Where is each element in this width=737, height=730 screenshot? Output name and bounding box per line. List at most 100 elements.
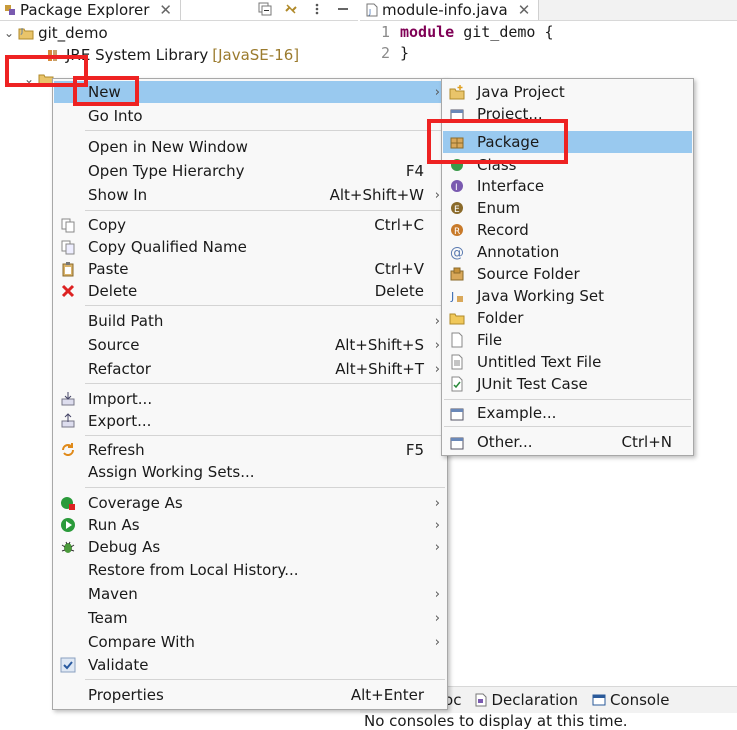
enum-icon: E — [451, 202, 463, 215]
menu-item-package[interactable]: Package — [443, 131, 692, 153]
menu-item-open-type-hierarchy[interactable]: Open Type Hierarchy F4 — [54, 160, 446, 182]
minimize-icon[interactable] — [336, 2, 350, 16]
chevron-right-icon: › — [434, 610, 440, 626]
java-project-icon — [449, 85, 465, 100]
junit-icon — [451, 376, 463, 392]
tab-console[interactable]: Console — [592, 691, 670, 709]
editor-tabbar: J module-info.java ✕ — [360, 0, 737, 21]
menu-item-run-as[interactable]: Run As › — [54, 514, 446, 536]
menu-item-open-new-window[interactable]: Open in New Window — [54, 136, 446, 158]
tab-declaration[interactable]: Declaration — [475, 691, 578, 709]
text-file-icon — [451, 354, 463, 370]
menu-separator — [85, 130, 445, 131]
tree-item-project[interactable]: ⌄ J git_demo — [4, 22, 108, 44]
editor-tab-label: module-info.java — [382, 1, 508, 19]
chevron-right-icon: › — [434, 517, 440, 533]
keyword: module — [400, 23, 455, 41]
menu-item-import[interactable]: Import... — [54, 388, 446, 410]
debug-icon — [61, 541, 75, 553]
menu-item-interface[interactable]: I Interface — [443, 175, 692, 197]
menu-item-file[interactable]: File — [443, 329, 692, 351]
menu-item-copy[interactable]: Copy Ctrl+C — [54, 214, 446, 236]
new-submenu: Java Project Project... Package Class I … — [441, 78, 694, 456]
refresh-icon — [62, 443, 74, 456]
context-menu: New › Go Into Open in New Window Open Ty… — [52, 78, 448, 710]
svg-text:J: J — [20, 27, 23, 35]
menu-item-java-project[interactable]: Java Project — [443, 81, 692, 103]
menu-item-properties[interactable]: Properties Alt+Enter — [54, 684, 446, 706]
menu-item-untitled-text-file[interactable]: Untitled Text File — [443, 351, 692, 373]
menu-item-class[interactable]: Class — [443, 154, 692, 176]
menu-item-new[interactable]: New › — [54, 81, 446, 103]
tab-module-info[interactable]: J module-info.java ✕ — [360, 0, 540, 20]
menu-item-go-into[interactable]: Go Into — [54, 105, 446, 127]
project-name: git_demo — [38, 24, 108, 42]
menu-item-team[interactable]: Team › — [54, 607, 446, 629]
menu-separator — [85, 435, 445, 436]
link-with-editor-icon[interactable] — [284, 2, 298, 16]
code-line: 1 module git_demo { — [360, 21, 554, 43]
close-icon[interactable]: ✕ — [518, 1, 531, 19]
menu-item-compare-with[interactable]: Compare With › — [54, 631, 446, 653]
declaration-icon — [475, 693, 487, 707]
menu-item-source[interactable]: Source Alt+Shift+S › — [54, 334, 446, 356]
menu-separator — [85, 305, 445, 306]
menu-item-copy-qualified-name[interactable]: Copy Qualified Name — [54, 236, 446, 258]
menu-item-java-working-set[interactable]: J Java Working Set — [443, 285, 692, 307]
check-icon — [60, 657, 76, 673]
menu-item-junit-test-case[interactable]: JUnit Test Case — [443, 373, 692, 395]
console-message: No consoles to display at this time. — [364, 712, 628, 730]
package-icon — [450, 137, 464, 149]
menu-item-annotation[interactable]: @ Annotation — [443, 241, 692, 263]
chevron-down-icon[interactable]: ⌄ — [24, 72, 34, 86]
collapse-all-icon[interactable] — [258, 2, 272, 16]
package-explorer-icon — [5, 5, 15, 15]
menu-item-delete[interactable]: Delete Delete — [54, 280, 446, 302]
menu-item-other[interactable]: Other... Ctrl+N — [443, 431, 692, 453]
menu-item-export[interactable]: Export... — [54, 410, 446, 432]
package-explorer-tabbar: Package Explorer ✕ — [0, 0, 358, 21]
working-set-icon: J — [450, 290, 463, 303]
menu-item-record[interactable]: R Record — [443, 219, 692, 241]
folder-icon — [449, 313, 465, 325]
menu-separator — [444, 426, 691, 427]
menu-item-folder[interactable]: Folder — [443, 307, 692, 329]
view-menu-icon[interactable] — [310, 2, 324, 16]
tab-package-explorer[interactable]: Package Explorer ✕ — [0, 0, 181, 20]
jre-library-label: JRE System Library — [66, 46, 209, 64]
console-icon — [592, 694, 606, 706]
tree-item-jre[interactable]: JRE System Library [JavaSE-16] — [46, 44, 299, 66]
code-text: } — [400, 44, 410, 62]
menu-item-build-path[interactable]: Build Path › — [54, 310, 446, 332]
line-number: 1 — [380, 23, 390, 41]
menu-item-enum[interactable]: E Enum — [443, 197, 692, 219]
chevron-right-icon: › — [434, 586, 440, 602]
menu-item-refresh[interactable]: Refresh F5 — [54, 439, 446, 461]
menu-item-example[interactable]: Example... — [443, 402, 692, 424]
import-icon — [61, 392, 75, 406]
chevron-right-icon: › — [434, 361, 440, 377]
menu-item-maven[interactable]: Maven › — [54, 583, 446, 605]
chevron-right-icon: › — [434, 187, 440, 203]
menu-item-show-in[interactable]: Show In Alt+Shift+W › — [54, 184, 446, 206]
menu-item-refactor[interactable]: Refactor Alt+Shift+T › — [54, 358, 446, 380]
source-folder-icon — [450, 267, 464, 281]
line-number: 2 — [380, 44, 390, 62]
menu-item-paste[interactable]: Paste Ctrl+V — [54, 258, 446, 280]
chevron-down-icon[interactable]: ⌄ — [4, 26, 14, 40]
tree-item-src[interactable]: ⌄ — [24, 68, 54, 90]
close-icon[interactable]: ✕ — [159, 1, 172, 19]
menu-item-restore-local-history[interactable]: Restore from Local History... — [54, 559, 446, 581]
menu-item-coverage-as[interactable]: Coverage As › — [54, 492, 446, 514]
menu-item-project[interactable]: Project... — [443, 103, 692, 125]
java-project-icon: J — [18, 27, 34, 40]
menu-item-source-folder[interactable]: Source Folder — [443, 263, 692, 285]
chevron-right-icon: › — [434, 313, 440, 329]
chevron-right-icon: › — [434, 495, 440, 511]
menu-separator — [85, 487, 445, 488]
menu-item-validate[interactable]: Validate — [54, 654, 446, 676]
tab-label: Package Explorer — [20, 1, 150, 19]
menu-item-debug-as[interactable]: Debug As › — [54, 536, 446, 558]
menu-separator — [444, 399, 691, 400]
menu-item-assign-working-sets[interactable]: Assign Working Sets... — [54, 461, 446, 483]
